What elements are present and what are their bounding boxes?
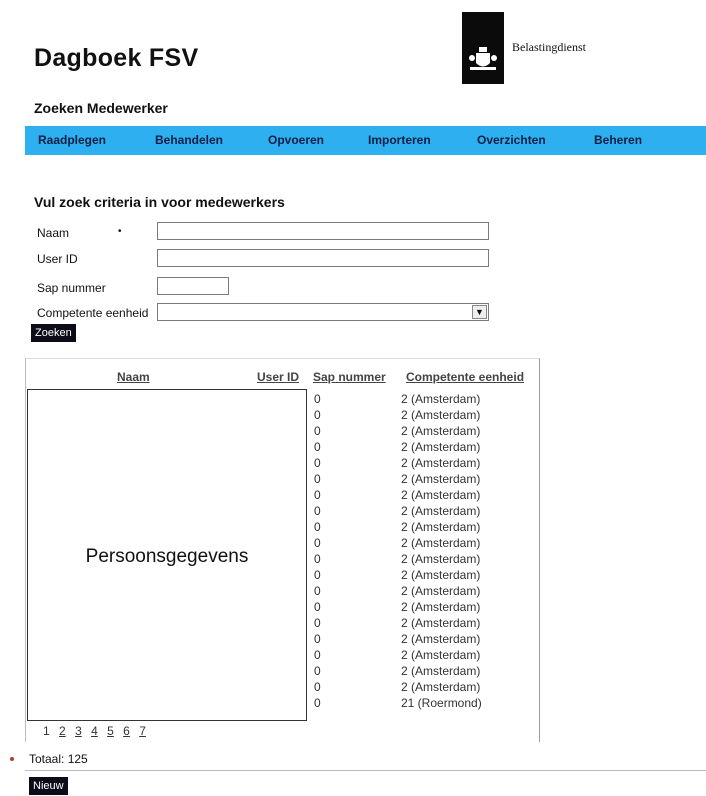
redaction-label: Persoonsgegevens (85, 546, 249, 567)
eenheid-cell: 2 (Amsterdam) (401, 392, 481, 406)
eenheid-select[interactable]: ▼ (157, 303, 489, 321)
chevron-down-icon[interactable]: ▼ (472, 305, 487, 319)
sap-cell: 0 (314, 408, 321, 422)
page-title: Zoeken Medewerker (34, 100, 168, 116)
page-link-7[interactable]: 7 (139, 724, 146, 738)
nav-item-beheren[interactable]: Beheren (594, 133, 642, 147)
column-header-sap[interactable]: Sap nummer (313, 370, 386, 384)
nav-item-importeren[interactable]: Importeren (368, 133, 431, 147)
eenheid-label: Competente eenheid (37, 306, 149, 320)
sap-cell: 0 (314, 616, 321, 630)
column-header-naam[interactable]: Naam (117, 370, 150, 384)
sap-cell: 0 (314, 696, 321, 710)
column-header-userid[interactable]: User ID (257, 370, 299, 384)
page-link-6[interactable]: 6 (123, 724, 130, 738)
sap-cell: 0 (314, 424, 321, 438)
eenheid-cell: 2 (Amsterdam) (401, 680, 481, 694)
search-button[interactable]: Zoeken (31, 324, 76, 342)
sap-cell: 0 (314, 504, 321, 518)
sap-cell: 0 (314, 600, 321, 614)
nav-item-opvoeren[interactable]: Opvoeren (268, 133, 324, 147)
crest-icon (469, 47, 497, 70)
eenheid-cell: 2 (Amsterdam) (401, 616, 481, 630)
eenheid-cell: 2 (Amsterdam) (401, 456, 481, 470)
eenheid-cell: 2 (Amsterdam) (401, 664, 481, 678)
eenheid-cell: 2 (Amsterdam) (401, 408, 481, 422)
sap-cell: 0 (314, 472, 321, 486)
logo-block (462, 12, 504, 84)
userid-input[interactable] (157, 249, 489, 267)
sap-cell: 0 (314, 456, 321, 470)
eenheid-cell: 2 (Amsterdam) (401, 488, 481, 502)
main-navbar: Raadplegen Behandelen Opvoeren Importere… (25, 126, 706, 155)
page-link-1: 1 (43, 724, 50, 738)
nav-item-raadplegen[interactable]: Raadplegen (38, 133, 106, 147)
search-form-title: Vul zoek criteria in voor medewerkers (34, 194, 285, 210)
sap-cell: 0 (314, 584, 321, 598)
sap-cell: 0 (314, 632, 321, 646)
page-link-3[interactable]: 3 (75, 724, 82, 738)
page-link-4[interactable]: 4 (91, 724, 98, 738)
sap-cell: 0 (314, 568, 321, 582)
eenheid-cell: 21 (Roermond) (401, 696, 482, 710)
pagination: 1 2 3 4 5 6 7 (43, 724, 152, 738)
column-header-eenheid[interactable]: Competente eenheid (406, 370, 524, 384)
page-link-5[interactable]: 5 (107, 724, 114, 738)
sap-input[interactable] (157, 277, 229, 295)
eenheid-cell: 2 (Amsterdam) (401, 584, 481, 598)
sap-label: Sap nummer (37, 281, 106, 295)
naam-input[interactable] (157, 222, 489, 240)
eenheid-cell: 2 (Amsterdam) (401, 632, 481, 646)
logo-text: Belastingdienst (512, 40, 586, 54)
eenheid-cell: 2 (Amsterdam) (401, 504, 481, 518)
eenheid-cell: 2 (Amsterdam) (401, 424, 481, 438)
sap-cell: 0 (314, 648, 321, 662)
eenheid-cell: 2 (Amsterdam) (401, 552, 481, 566)
sap-cell: 0 (314, 552, 321, 566)
eenheid-cell: 2 (Amsterdam) (401, 472, 481, 486)
redacted-personal-data: Persoonsgegevens (27, 389, 307, 721)
page-link-2[interactable]: 2 (59, 724, 66, 738)
userid-label: User ID (37, 252, 78, 266)
app-title: Dagboek FSV (34, 44, 199, 72)
naam-label: Naam (37, 226, 70, 240)
page: Dagboek FSV Belastingdienst Zoeken Medew… (0, 0, 706, 796)
sap-cell: 0 (314, 536, 321, 550)
nav-item-behandelen[interactable]: Behandelen (155, 133, 223, 147)
eenheid-cell: 2 (Amsterdam) (401, 648, 481, 662)
sap-cell: 0 (314, 488, 321, 502)
eenheid-cell: 2 (Amsterdam) (401, 440, 481, 454)
divider (25, 770, 706, 771)
bullet-mark: • (118, 226, 122, 237)
sap-cell: 0 (314, 440, 321, 454)
nav-item-overzichten[interactable]: Overzichten (477, 133, 546, 147)
sap-cell: 0 (314, 392, 321, 406)
new-button[interactable]: Nieuw (29, 777, 68, 795)
total-count: Totaal: 125 (29, 752, 88, 766)
eenheid-cell: 2 (Amsterdam) (401, 536, 481, 550)
sap-cell: 0 (314, 680, 321, 694)
marker-dot (10, 757, 14, 761)
eenheid-cell: 2 (Amsterdam) (401, 600, 481, 614)
eenheid-cell: 2 (Amsterdam) (401, 568, 481, 582)
sap-cell: 0 (314, 664, 321, 678)
eenheid-cell: 2 (Amsterdam) (401, 520, 481, 534)
sap-cell: 0 (314, 520, 321, 534)
